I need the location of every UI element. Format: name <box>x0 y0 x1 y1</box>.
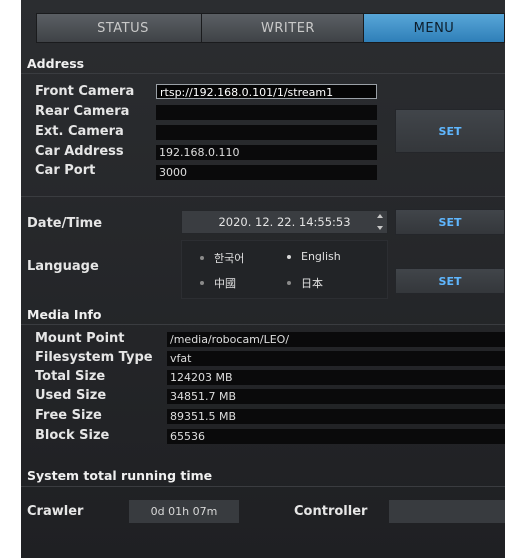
filesystem-type-label: Filesystem Type <box>35 350 153 365</box>
tab-status[interactable]: STATUS <box>36 13 210 43</box>
radio-dot <box>200 281 204 285</box>
used-size-value: 34851.7 MB <box>167 389 505 404</box>
language-option-label: 日本 <box>301 277 323 290</box>
ext-camera-input[interactable] <box>156 125 377 140</box>
car-port-input[interactable]: 3000 <box>156 165 377 180</box>
language-set-button[interactable]: SET <box>395 268 505 294</box>
free-size-value: 89351.5 MB <box>167 409 505 424</box>
front-camera-input[interactable]: rtsp://192.168.0.101/1/stream1 <box>156 84 377 99</box>
total-size-value: 124203 MB <box>167 370 505 385</box>
radio-dot <box>287 281 291 285</box>
mount-point-value: /media/robocam/LEO/ <box>167 332 505 347</box>
controller-time-value <box>389 500 505 523</box>
datetime-value: 2020. 12. 22. 14:55:53 <box>218 215 351 229</box>
block-size-label: Block Size <box>35 428 110 443</box>
arrow-down-icon[interactable] <box>377 226 383 230</box>
free-size-label: Free Size <box>35 408 102 423</box>
divider <box>21 196 505 197</box>
language-options: 한국어 English 中國 日本 <box>181 240 388 299</box>
spin-arrows[interactable] <box>376 214 384 230</box>
tab-menu[interactable]: MENU <box>363 13 505 43</box>
radio-dot <box>200 256 204 260</box>
media-section-title: Media Info <box>27 307 102 322</box>
language-option-korean[interactable]: 한국어 <box>200 250 244 266</box>
language-option-japanese[interactable]: 日本 <box>287 275 323 291</box>
ext-camera-label: Ext. Camera <box>35 124 124 139</box>
divider <box>21 73 505 74</box>
total-size-label: Total Size <box>35 369 106 384</box>
filesystem-type-value: vfat <box>167 351 505 366</box>
runtime-section-title: System total running time <box>27 468 213 483</box>
language-option-label: 한국어 <box>214 252 245 265</box>
crawler-label: Crawler <box>27 504 84 519</box>
block-size-value: 65536 <box>167 429 505 444</box>
rear-camera-input[interactable] <box>156 105 377 120</box>
language-label: Language <box>27 259 99 274</box>
arrow-up-icon[interactable] <box>377 214 383 218</box>
datetime-spinbox[interactable]: 2020. 12. 22. 14:55:53 <box>181 210 388 234</box>
datetime-set-button[interactable]: SET <box>395 209 505 235</box>
language-option-chinese[interactable]: 中國 <box>200 275 236 291</box>
address-section-title: Address <box>27 56 85 71</box>
car-address-input[interactable]: 192.168.0.110 <box>156 145 377 160</box>
address-set-button[interactable]: SET <box>395 109 505 153</box>
language-option-label: 中國 <box>214 277 236 290</box>
car-address-label: Car Address <box>35 144 124 159</box>
datetime-label: Date/Time <box>27 216 103 231</box>
divider <box>21 486 505 487</box>
car-port-label: Car Port <box>35 163 96 178</box>
settings-panel: STATUS WRITER MENU Address Front Camera … <box>21 0 505 558</box>
language-option-english[interactable]: English <box>287 250 341 263</box>
tab-writer[interactable]: WRITER <box>201 13 375 43</box>
radio-dot-selected <box>287 254 291 259</box>
front-camera-label: Front Camera <box>35 84 135 99</box>
used-size-label: Used Size <box>35 388 107 403</box>
controller-label: Controller <box>294 504 368 519</box>
language-option-label: English <box>301 250 341 263</box>
divider <box>21 324 505 325</box>
crawler-time-value: 0d 01h 07m <box>129 500 239 523</box>
mount-point-label: Mount Point <box>35 331 125 346</box>
rear-camera-label: Rear Camera <box>35 104 130 119</box>
